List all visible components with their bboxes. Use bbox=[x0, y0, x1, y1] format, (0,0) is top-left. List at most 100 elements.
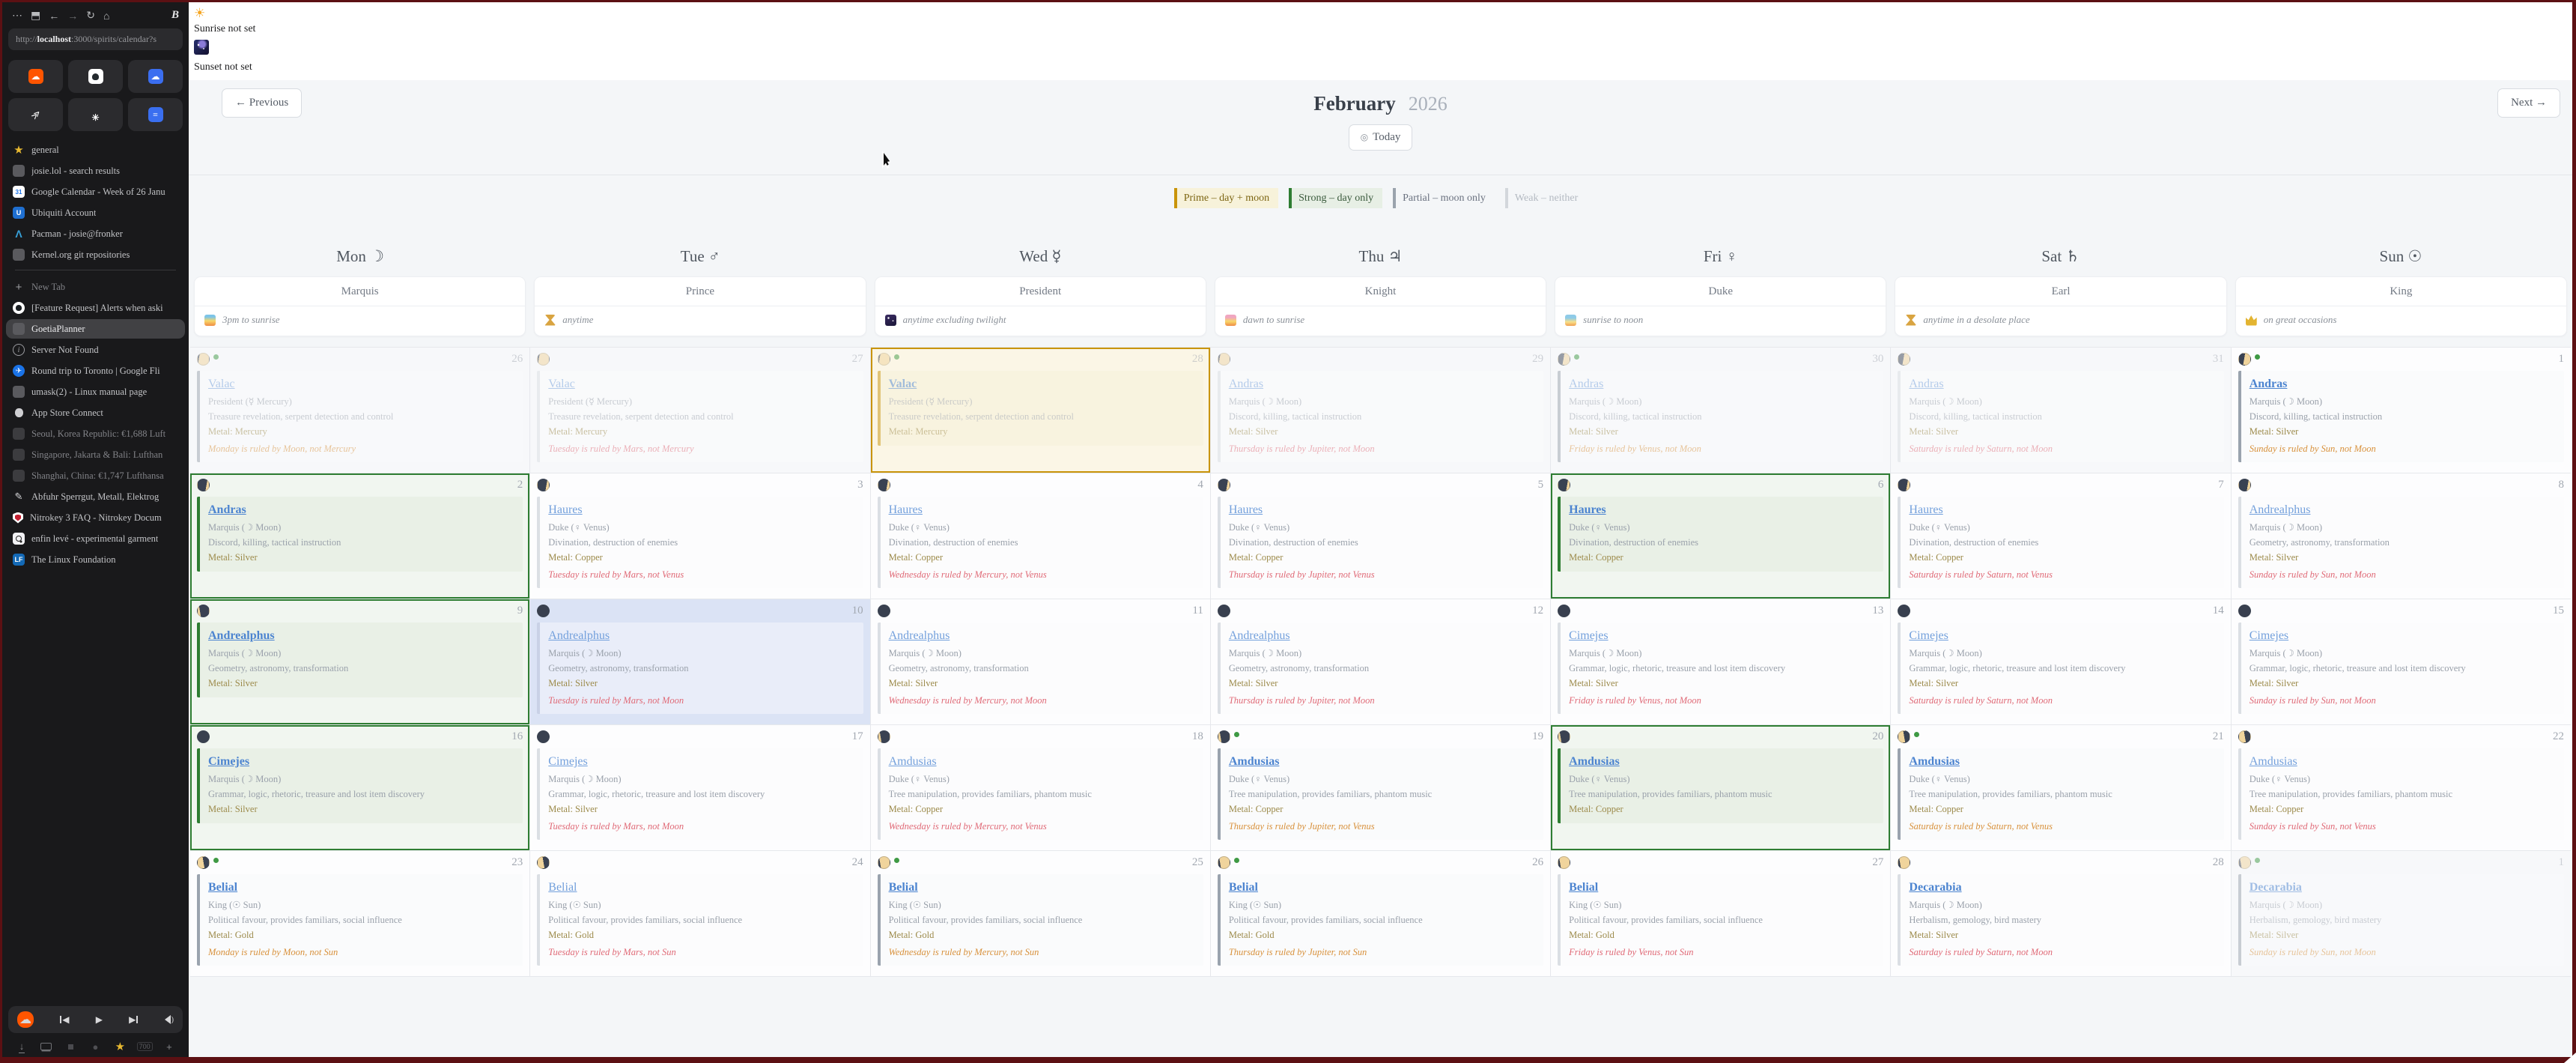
circle-workspace-icon[interactable]: ● bbox=[88, 1041, 102, 1053]
spirit-link[interactable]: Andras bbox=[1569, 378, 1603, 391]
sidebar-tab[interactable]: ΛPacman - josie@fronker bbox=[6, 224, 185, 243]
spirit-link[interactable]: Decarabia bbox=[2250, 881, 2302, 894]
spirit-entry[interactable]: AndrasMarquis (☽ Moon)Discord, killing, … bbox=[1558, 371, 1883, 462]
sidebar-tab[interactable]: josie.lol - search results bbox=[6, 161, 185, 181]
spirit-entry[interactable]: AndrealphusMarquis (☽ Moon)Geometry, ast… bbox=[197, 623, 523, 697]
spirit-link[interactable]: Haures bbox=[548, 503, 582, 517]
day-cell[interactable]: 20AmdusiasDuke (♀ Venus)Tree manipulatio… bbox=[1551, 725, 1890, 850]
day-cell[interactable]: 11AndrealphusMarquis (☽ Moon)Geometry, a… bbox=[871, 599, 1210, 724]
spirit-entry[interactable]: ValacPresident (☿ Mercury)Treasure revel… bbox=[197, 371, 523, 462]
spirit-entry[interactable]: CimejesMarquis (☽ Moon)Grammar, logic, r… bbox=[197, 748, 523, 823]
spirit-link[interactable]: Amdusias bbox=[1909, 755, 1960, 769]
spirit-entry[interactable]: AmdusiasDuke (♀ Venus)Tree manipulation,… bbox=[878, 748, 1203, 840]
day-cell[interactable]: 23BelialKing (☉ Sun)Political favour, pr… bbox=[190, 851, 529, 976]
spirit-entry[interactable]: AmdusiasDuke (♀ Venus)Tree manipulation,… bbox=[1218, 748, 1543, 840]
sidebar-tab[interactable]: UUbiquiti Account bbox=[6, 203, 185, 222]
sidebar-tab[interactable]: +New Tab bbox=[6, 277, 185, 297]
sidebar-tab[interactable]: GoetiaPlanner bbox=[6, 319, 185, 339]
day-cell[interactable]: 5HauresDuke (♀ Venus)Divination, destruc… bbox=[1211, 473, 1550, 599]
spirit-entry[interactable]: HauresDuke (♀ Venus)Divination, destruct… bbox=[878, 497, 1203, 588]
sidebar-tab[interactable]: Shanghai, China: €1,747 Lufthansa bbox=[6, 466, 185, 485]
media-volume-icon[interactable]: ) bbox=[165, 1015, 174, 1024]
spirit-entry[interactable]: HauresDuke (♀ Venus)Divination, destruct… bbox=[1218, 497, 1543, 588]
pinned-tab-github[interactable] bbox=[68, 60, 123, 93]
spirit-link[interactable]: Cimejes bbox=[1909, 629, 1948, 643]
spirit-link[interactable]: Andras bbox=[1909, 378, 1943, 391]
day-cell[interactable]: 3HauresDuke (♀ Venus)Divination, destruc… bbox=[530, 473, 869, 599]
day-cell[interactable]: 30AndrasMarquis (☽ Moon)Discord, killing… bbox=[1551, 348, 1890, 473]
spirit-link[interactable]: Belial bbox=[548, 881, 577, 894]
day-cell[interactable]: 17CimejesMarquis (☽ Moon)Grammar, logic,… bbox=[530, 725, 869, 850]
spirit-link[interactable]: Andras bbox=[1229, 378, 1263, 391]
day-cell[interactable]: 27BelialKing (☉ Sun)Political favour, pr… bbox=[1551, 851, 1890, 976]
day-cell[interactable]: 13CimejesMarquis (☽ Moon)Grammar, logic,… bbox=[1551, 599, 1890, 724]
spirit-link[interactable]: Amdusias bbox=[1229, 755, 1280, 769]
sidebar-tab[interactable]: ★general bbox=[6, 140, 185, 160]
today-button[interactable]: ◎Today bbox=[1349, 124, 1413, 151]
spirit-link[interactable]: Cimejes bbox=[2250, 629, 2288, 643]
spirit-link[interactable]: Andras bbox=[2250, 378, 2288, 391]
laptop-workspace-icon[interactable] bbox=[40, 1041, 53, 1053]
reload-icon[interactable]: ↻ bbox=[86, 9, 95, 22]
sidebar-tab[interactable]: 31Google Calendar - Week of 26 Janu bbox=[6, 182, 185, 202]
spirit-link[interactable]: Valac bbox=[208, 378, 235, 391]
spirit-link[interactable]: Valac bbox=[889, 378, 917, 391]
media-play-icon[interactable]: ▶ bbox=[96, 1014, 103, 1026]
spirit-entry[interactable]: BelialKing (☉ Sun)Political favour, prov… bbox=[197, 874, 523, 966]
spirit-link[interactable]: Belial bbox=[1569, 881, 1598, 894]
spirit-entry[interactable]: BelialKing (☉ Sun)Political favour, prov… bbox=[1218, 874, 1543, 966]
pinned-tab-jira[interactable]: ≫ bbox=[8, 98, 63, 131]
spirit-link[interactable]: Decarabia bbox=[1909, 881, 1961, 894]
spirit-entry[interactable]: HauresDuke (♀ Venus)Divination, destruct… bbox=[537, 497, 863, 588]
downloads-icon[interactable]: ↓ bbox=[15, 1041, 28, 1053]
day-cell[interactable]: 16CimejesMarquis (☽ Moon)Grammar, logic,… bbox=[190, 725, 529, 850]
spirit-entry[interactable]: AndrasMarquis (☽ Moon)Discord, killing, … bbox=[1898, 371, 2223, 462]
sidebar-tab[interactable]: ✎Abfuhr Sperrgut, Metall, Elektrog bbox=[6, 487, 185, 506]
spirit-link[interactable]: Belial bbox=[889, 881, 918, 894]
menu-icon[interactable]: ⋯ bbox=[12, 9, 22, 22]
home-icon[interactable]: ⌂ bbox=[103, 10, 109, 22]
pinned-tab-docs[interactable]: ≡ bbox=[128, 98, 183, 131]
spirit-entry[interactable]: CimejesMarquis (☽ Moon)Grammar, logic, r… bbox=[2238, 623, 2564, 714]
pinned-tab-claude[interactable]: ✳ bbox=[68, 98, 123, 131]
spirit-entry[interactable]: CimejesMarquis (☽ Moon)Grammar, logic, r… bbox=[1558, 623, 1883, 714]
url-bar[interactable]: http://localhost:3000/spirits/calendar?s bbox=[8, 28, 183, 50]
spirit-entry[interactable]: ValacPresident (☿ Mercury)Treasure revel… bbox=[537, 371, 863, 462]
sidebar-tab[interactable]: ✈Round trip to Toronto | Google Fli bbox=[6, 361, 185, 381]
sidebar-tab[interactable]: [Feature Request] Alerts when aski bbox=[6, 298, 185, 318]
spirit-entry[interactable]: CimejesMarquis (☽ Moon)Grammar, logic, r… bbox=[537, 748, 863, 840]
day-cell[interactable]: 6HauresDuke (♀ Venus)Divination, destruc… bbox=[1551, 473, 1890, 599]
day-cell[interactable]: 25BelialKing (☉ Sun)Political favour, pr… bbox=[871, 851, 1210, 976]
pinned-tab-bluesky[interactable]: ☁ bbox=[128, 60, 183, 93]
sidebar-tab[interactable]: enfin levé - experimental garment bbox=[6, 529, 185, 548]
day-cell[interactable]: 19AmdusiasDuke (♀ Venus)Tree manipulatio… bbox=[1211, 725, 1550, 850]
spirit-entry[interactable]: BelialKing (☉ Sun)Political favour, prov… bbox=[878, 874, 1203, 966]
day-cell[interactable]: 26BelialKing (☉ Sun)Political favour, pr… bbox=[1211, 851, 1550, 976]
media-previous-icon[interactable]: ◀ bbox=[60, 1014, 69, 1026]
spirit-link[interactable]: Haures bbox=[1909, 503, 1942, 517]
day-cell[interactable]: 12AndrealphusMarquis (☽ Moon)Geometry, a… bbox=[1211, 599, 1550, 724]
sidebar-tab[interactable]: umask(2) - Linux manual page bbox=[6, 382, 185, 402]
day-cell[interactable]: 7HauresDuke (♀ Venus)Divination, destruc… bbox=[1891, 473, 2230, 599]
spirit-link[interactable]: Andrealphus bbox=[2250, 503, 2311, 517]
spirit-entry[interactable]: AmdusiasDuke (♀ Venus)Tree manipulation,… bbox=[1898, 748, 2223, 840]
spirit-entry[interactable]: AndrealphusMarquis (☽ Moon)Geometry, ast… bbox=[537, 623, 863, 714]
spirit-entry[interactable]: DecarabiaMarquis (☽ Moon)Herbalism, gemo… bbox=[2238, 874, 2564, 966]
next-month-button[interactable]: Next → bbox=[2497, 88, 2560, 118]
spirit-link[interactable]: Cimejes bbox=[548, 755, 587, 769]
spirit-entry[interactable]: ValacPresident (☿ Mercury)Treasure revel… bbox=[878, 371, 1203, 446]
spirit-link[interactable]: Haures bbox=[1229, 503, 1263, 517]
spirit-entry[interactable]: AndrasMarquis (☽ Moon)Discord, killing, … bbox=[2238, 371, 2564, 462]
day-cell[interactable]: 24BelialKing (☉ Sun)Political favour, pr… bbox=[530, 851, 869, 976]
spirit-link[interactable]: Andrealphus bbox=[208, 629, 275, 643]
day-cell[interactable]: 28ValacPresident (☿ Mercury)Treasure rev… bbox=[871, 348, 1210, 473]
sidebar-toggle-icon[interactable]: ⬒ bbox=[31, 9, 40, 22]
spirit-entry[interactable]: HauresDuke (♀ Venus)Divination, destruct… bbox=[1898, 497, 2223, 588]
day-cell[interactable]: 31AndrasMarquis (☽ Moon)Discord, killing… bbox=[1891, 348, 2230, 473]
day-cell[interactable]: 4HauresDuke (♀ Venus)Divination, destruc… bbox=[871, 473, 1210, 599]
sidebar-tab[interactable]: Kernel.org git repositories bbox=[6, 245, 185, 264]
sidebar-tab[interactable]: Seoul, Korea Republic: €1,688 Luft bbox=[6, 424, 185, 443]
spirit-link[interactable]: Haures bbox=[1569, 503, 1606, 517]
sidebar-tab[interactable]: Singapore, Jakarta & Bali: Lufthan bbox=[6, 445, 185, 464]
spirit-entry[interactable]: AndrealphusMarquis (☽ Moon)Geometry, ast… bbox=[2238, 497, 2564, 588]
